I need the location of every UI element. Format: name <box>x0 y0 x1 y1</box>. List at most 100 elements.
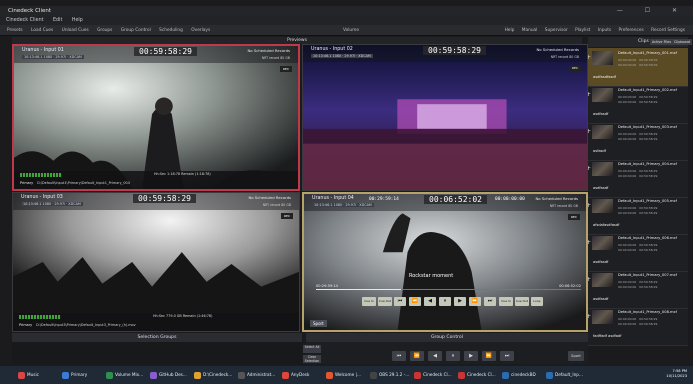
fast-forward-icon[interactable]: ⏩ <box>469 297 481 306</box>
toolbar-inputs-button[interactable]: Inputs <box>598 28 611 33</box>
toolbar-playlist-button[interactable]: Playlist <box>575 28 590 33</box>
rec-chip[interactable]: REC <box>567 214 580 220</box>
playback-progress[interactable]: 00:29:59:14 00:06:52:02 <box>316 284 581 290</box>
add-icon[interactable]: + <box>588 54 591 61</box>
remaining-time: Hh:Sec 1:18:78 Remain (1:18:78) <box>154 172 211 176</box>
taskbar-item[interactable]: Volume Mix... <box>106 366 143 384</box>
toolbar-preferences-button[interactable]: Preferences <box>619 28 644 33</box>
menu-edit[interactable]: Edit <box>53 18 62 23</box>
group-play-icon[interactable]: ▶ <box>464 351 478 361</box>
clips-list[interactable]: + Default_Input1_Primary_001.mxf 00:00:00:… <box>588 48 688 346</box>
select-all-button[interactable]: Select All <box>303 345 321 353</box>
preview-pane-input-03[interactable]: Uranus - Input 03 10:13:46.1 1080 · 29.9… <box>12 192 300 332</box>
clip-item[interactable]: + Default_Input1_Primary_001.mxf 00:00:00:… <box>588 48 688 87</box>
toolbar-overlays-button[interactable]: Overlays <box>191 28 210 33</box>
preview-pane-input-02[interactable]: Uranus - Input 02 10:13:46.1 1080 · 29.9… <box>302 44 588 191</box>
add-icon[interactable]: + <box>588 91 591 98</box>
rec-chip[interactable]: REC <box>280 213 293 219</box>
clip-item[interactable]: + Default_Input1_Primary_005.mxf 00:00:00:… <box>588 196 688 235</box>
taskbar-item[interactable]: Primary <box>62 366 87 384</box>
toolbar-manual-button[interactable]: Manual <box>522 28 538 33</box>
toolbar-scheduling-button[interactable]: Scheduling <box>159 28 183 33</box>
group-pause-icon[interactable]: ⏸ <box>446 351 460 361</box>
clip-item[interactable]: + Default_Input1_Primary_004.mxf 00:00:00:… <box>588 159 688 198</box>
loop-button[interactable]: Loop <box>531 297 543 306</box>
group-skip-forward-icon[interactable]: ⏭ <box>500 351 514 361</box>
taskbar-item[interactable]: Cinedeck Cl... <box>458 366 496 384</box>
cue-in-button[interactable]: Cue In <box>362 297 376 306</box>
toolbar-supervisor-button[interactable]: Supervisor <box>545 28 568 33</box>
play-icon[interactable]: ▶ <box>454 297 466 306</box>
pane-footer: Hh:Sec 779.0 GB Remain (1:46:78) Primary… <box>13 313 299 331</box>
app-icon <box>238 371 245 379</box>
taskbar-item[interactable]: Default_Inp... <box>546 366 583 384</box>
tab-active-files[interactable]: Active Files <box>650 39 674 45</box>
add-icon[interactable]: + <box>588 276 591 283</box>
input-name: Uranus - Input 02 <box>311 47 353 52</box>
group-sport-button[interactable]: Sport <box>568 351 584 361</box>
app-window: Cinedeck Client — ☐ ✕ Cinedeck Client Ed… <box>0 0 693 384</box>
add-icon[interactable]: + <box>588 202 591 209</box>
taskbar-item[interactable]: Welcome |... <box>326 366 361 384</box>
taskbar-item[interactable]: OBS 29.1.2 -... <box>370 366 409 384</box>
taskbar-item-label: cinedeckBD <box>511 372 536 377</box>
input-name: Uranus - Input 03 <box>21 195 63 200</box>
skip-back-icon[interactable]: ⏮ <box>394 297 406 306</box>
window-controls[interactable]: — ☐ ✕ <box>617 6 687 16</box>
add-icon[interactable]: + <box>588 165 591 172</box>
record-info: NRT record 80 GB <box>261 56 290 60</box>
cue-out-button[interactable]: Cue Out <box>378 297 392 306</box>
add-icon[interactable]: + <box>588 128 591 135</box>
title-bar: Cinedeck Client — ☐ ✕ <box>0 6 693 16</box>
menu-help[interactable]: Help <box>72 18 83 23</box>
schedule-status: No Scheduled Records <box>248 195 291 200</box>
toolbar-group-control-button[interactable]: Group Control <box>121 28 151 33</box>
rewind-icon[interactable]: ⏪ <box>409 297 421 306</box>
clip-item[interactable]: + Default_Input1_Primary_007.mxf 00:00:00:… <box>588 270 688 309</box>
toolbar-help-button[interactable]: Help <box>505 28 515 33</box>
sport-button[interactable]: Sport <box>310 320 327 327</box>
timecode-out: 00:00:00:00 <box>495 197 525 202</box>
taskbar-item[interactable]: Music <box>18 366 39 384</box>
group-step-back-icon[interactable]: ◀ <box>428 351 442 361</box>
add-icon[interactable]: + <box>588 313 591 320</box>
skip-forward-icon[interactable]: ⏭ <box>484 297 496 306</box>
pause-icon[interactable]: ⏸ <box>439 297 451 306</box>
clip-item[interactable]: + Default_Input1_Primary_003.mxf 00:00:00:… <box>588 122 688 161</box>
toolbar-record-settings-button[interactable]: Record Settings <box>651 28 685 33</box>
toolbar-volume-button[interactable]: Volume <box>343 25 359 35</box>
clip-item[interactable]: + Default_Input1_Primary_006.mxf 00:00:00:… <box>588 233 688 272</box>
taskbar-item[interactable]: GitHub Des... <box>150 366 187 384</box>
tab-clipboard[interactable]: Clipboard <box>672 39 693 45</box>
os-taskbar: 7:58 PM 10/11/2023 Music Primary Volume Mi… <box>0 366 693 384</box>
toolbar-presets-button[interactable]: Presets <box>7 28 23 33</box>
cue-out-button-2[interactable]: Cue Out <box>515 297 529 306</box>
menu-app[interactable]: Cinedeck Client <box>6 18 44 23</box>
group-fast-forward-icon[interactable]: ⏩ <box>482 351 496 361</box>
group-skip-back-icon[interactable]: ⏮ <box>392 351 406 361</box>
preview-pane-input-04[interactable]: Uranus - Input 04 10:13:46.1 1080 · 29.9… <box>302 192 588 332</box>
taskbar-item[interactable]: AnyDesk <box>282 366 309 384</box>
clip-item[interactable]: + Default_Input1_Primary_008.mxf 00:00:00:… <box>588 307 688 346</box>
step-back-icon[interactable]: ◀ <box>424 297 436 306</box>
taskbar-item[interactable]: Administrat... <box>238 366 275 384</box>
toolbar-groups-button[interactable]: Groups <box>97 28 112 33</box>
toolbar-load-cues-button[interactable]: Load Cues <box>31 28 53 33</box>
clip-name: Default_Input1_Primary_004.mxf <box>618 162 677 166</box>
taskbar-item[interactable]: Cinedeck Cl... <box>414 366 452 384</box>
clear-selection-button[interactable]: Clear Selection <box>303 355 321 363</box>
pane-footer: Hh:Sec 1:18:78 Remain (1:18:78) Primary D… <box>14 171 298 189</box>
taskbar-item[interactable]: cinedeckBD <box>502 366 536 384</box>
rec-chip[interactable]: REC <box>279 66 292 72</box>
system-clock[interactable]: 7:58 PM 10/11/2023 <box>666 369 687 379</box>
clip-thumbnail <box>592 162 613 176</box>
clip-timecodes: 00:00:00:00 00:59:58:29 00:00:00:00 00:5… <box>618 317 658 326</box>
group-rewind-icon[interactable]: ⏪ <box>410 351 424 361</box>
add-icon[interactable]: + <box>588 239 591 246</box>
toolbar-unload-cues-button[interactable]: Unload Cues <box>62 28 89 33</box>
preview-pane-input-01[interactable]: Uranus - Input 01 10:13:46.1 1080 · 29.9… <box>12 44 300 191</box>
cue-in-button-2[interactable]: Cue In <box>499 297 513 306</box>
rec-chip[interactable]: REC <box>568 65 581 71</box>
clip-item[interactable]: + Default_Input1_Primary_002.mxf 00:00:00:… <box>588 85 688 124</box>
taskbar-item[interactable]: D:\Cinedeck... <box>194 366 232 384</box>
